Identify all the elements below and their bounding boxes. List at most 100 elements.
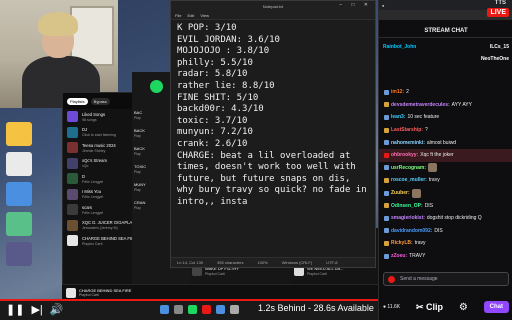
menu-edit[interactable]: Edit (187, 13, 194, 18)
chat-username[interactable]: Odinsen_OP: (391, 203, 423, 209)
badge-icon (384, 152, 389, 158)
chat-username[interactable]: davidrandom092: (391, 228, 432, 234)
menu-view[interactable]: View (200, 13, 209, 18)
windows-icon[interactable] (160, 305, 169, 314)
chat-message: davidrandom092: DIS (379, 225, 512, 238)
spotify-icon[interactable] (188, 305, 197, 314)
browser-icon[interactable] (216, 305, 225, 314)
gear-icon[interactable]: ⚙ (459, 302, 468, 313)
chat-username[interactable]: LastStarship: (391, 127, 423, 133)
desktop-icons (0, 120, 40, 272)
chat-input[interactable]: Send a message (383, 272, 509, 286)
grid-item-sub: Playboi Carti (205, 272, 225, 276)
library-item-title: I Miss You (82, 189, 102, 195)
chat-username[interactable]: Zuuber: (391, 190, 410, 196)
playlist-art (67, 126, 78, 138)
badge-icon (384, 127, 389, 133)
text-editor[interactable]: K POP: 3/10 EVIL JORDAN: 3.6/10 MOJOJOJO… (171, 20, 375, 256)
status-bar: Ln 14, Col 139 355 characters 100% Windo… (171, 257, 375, 267)
filter-bypass[interactable]: Bypass (90, 97, 110, 105)
badge-icon (384, 253, 389, 259)
gift-row: Rainbot_John ILCs_15 (383, 41, 509, 53)
chat-text: DIS (424, 202, 434, 209)
playlist-art (67, 173, 78, 185)
chat-username[interactable]: usrRecognam: (391, 165, 426, 171)
bits-icon[interactable] (388, 276, 395, 283)
taskbar-icons (160, 305, 239, 314)
chat-send-button[interactable]: Chat (483, 301, 509, 313)
app-icon[interactable] (6, 242, 32, 266)
track-row[interactable]: TOXIC Play (134, 164, 174, 180)
chat-text: dogshit stop dickriding Q (426, 215, 482, 222)
gifter-name[interactable]: Rainbot_John (383, 44, 416, 50)
chat-username[interactable]: lean3: (391, 114, 405, 120)
chat-username[interactable]: devsdemetraverdecules: (391, 102, 450, 108)
library-item-sub: Click to start listening (82, 133, 116, 138)
file-icon[interactable] (6, 152, 32, 176)
volume-icon[interactable]: 🔊 (50, 303, 64, 316)
chat-text: AYY AYY (451, 101, 472, 108)
chat-text: almost buiwd (426, 139, 457, 146)
app-icon[interactable] (230, 305, 239, 314)
track-row[interactable]: BACK Play (134, 128, 174, 144)
next-icon[interactable]: ▶| (31, 303, 42, 316)
filter-playlists[interactable]: Playlists (67, 97, 88, 105)
window-title: Notepad.txt (262, 3, 284, 9)
chat-message-highlighted: ohbrookyy: Xqc ft the joker (379, 148, 512, 162)
library-item-sub: Félix Lengyel (82, 210, 104, 215)
chat-messages: im12: 2 devsdemetraverdecules: AYY AYY lea… (379, 86, 512, 266)
rating-line: philly: 5.5/10 (177, 57, 253, 68)
track-artist: Play (134, 134, 141, 138)
rating-line: MOJOJOJO : 3.8/10 (177, 46, 270, 57)
chat-username[interactable]: im12: (391, 89, 404, 95)
chat-username[interactable]: ohbrookyy: (391, 152, 418, 158)
pause-icon[interactable]: ❚❚ (6, 303, 24, 316)
track-title: BACK (134, 146, 145, 151)
app-icon[interactable] (6, 212, 32, 236)
playlist-art (67, 188, 78, 200)
folder-icon[interactable] (6, 122, 32, 146)
chat-username[interactable]: RickyLB: (391, 240, 413, 246)
library-item-title: Liked Songs (82, 111, 106, 117)
badge-icon (384, 165, 389, 171)
viewer-count-value: 11.6K (387, 304, 401, 310)
rating-line: rather lie: 8.8/10 (177, 80, 275, 91)
app-icon[interactable] (6, 182, 32, 206)
track-title: MUNY (134, 182, 146, 187)
cursor-position: Ln 14, Col 139 (177, 260, 204, 265)
chat-username[interactable]: roscoe_muller: (391, 177, 427, 183)
track-row[interactable]: BACK Play (134, 146, 174, 162)
live-badge: LIVE (487, 8, 509, 17)
chat-message: RickyLB: travy (379, 237, 512, 250)
now-playing-art (66, 287, 76, 298)
app-icon[interactable] (202, 305, 211, 314)
notepad-window: Notepad.txt – □ ✕ File Edit View K POP: … (170, 0, 376, 268)
rating-line: toxic: 3.7/10 (177, 115, 248, 126)
browser-tab[interactable]: ● (382, 3, 384, 8)
search-icon[interactable] (174, 305, 183, 314)
chat-username[interactable]: smagieriokist: (391, 215, 425, 221)
chat-message: im12: 2 (379, 86, 512, 99)
track-row[interactable]: CRAN Play (134, 200, 174, 216)
chat-text: travy (414, 240, 426, 247)
gifter-name[interactable]: NeoTheOne (481, 56, 509, 62)
chat-message: lean3: 10 sec feature (379, 111, 512, 124)
gifter-name[interactable]: ILCs_15 (490, 44, 509, 50)
rating-line: K POP: 3/10 (177, 23, 237, 33)
stream-progress[interactable] (0, 299, 378, 301)
webcam-person-hair (38, 12, 78, 36)
chat-username[interactable]: nahomeminki: (391, 140, 425, 146)
window-controls[interactable]: – □ ✕ (339, 2, 372, 8)
badge-icon (384, 228, 389, 234)
emote-icon (411, 188, 421, 198)
badge-icon (384, 190, 389, 196)
chat-username[interactable]: zZoeu: (391, 253, 407, 259)
clip-button[interactable]: ✂ Clip (416, 302, 443, 313)
chat-message: nahomeminki: almost buiwd (379, 136, 512, 149)
track-row[interactable]: BAC Play (134, 110, 174, 126)
latency-readout: 1.2s Behind - 28.6s Available (258, 303, 374, 313)
track-artist: Play (134, 170, 141, 174)
track-row[interactable]: MUNY Play (134, 182, 174, 198)
menu-file[interactable]: File (175, 13, 181, 18)
play-icon[interactable] (150, 80, 163, 93)
